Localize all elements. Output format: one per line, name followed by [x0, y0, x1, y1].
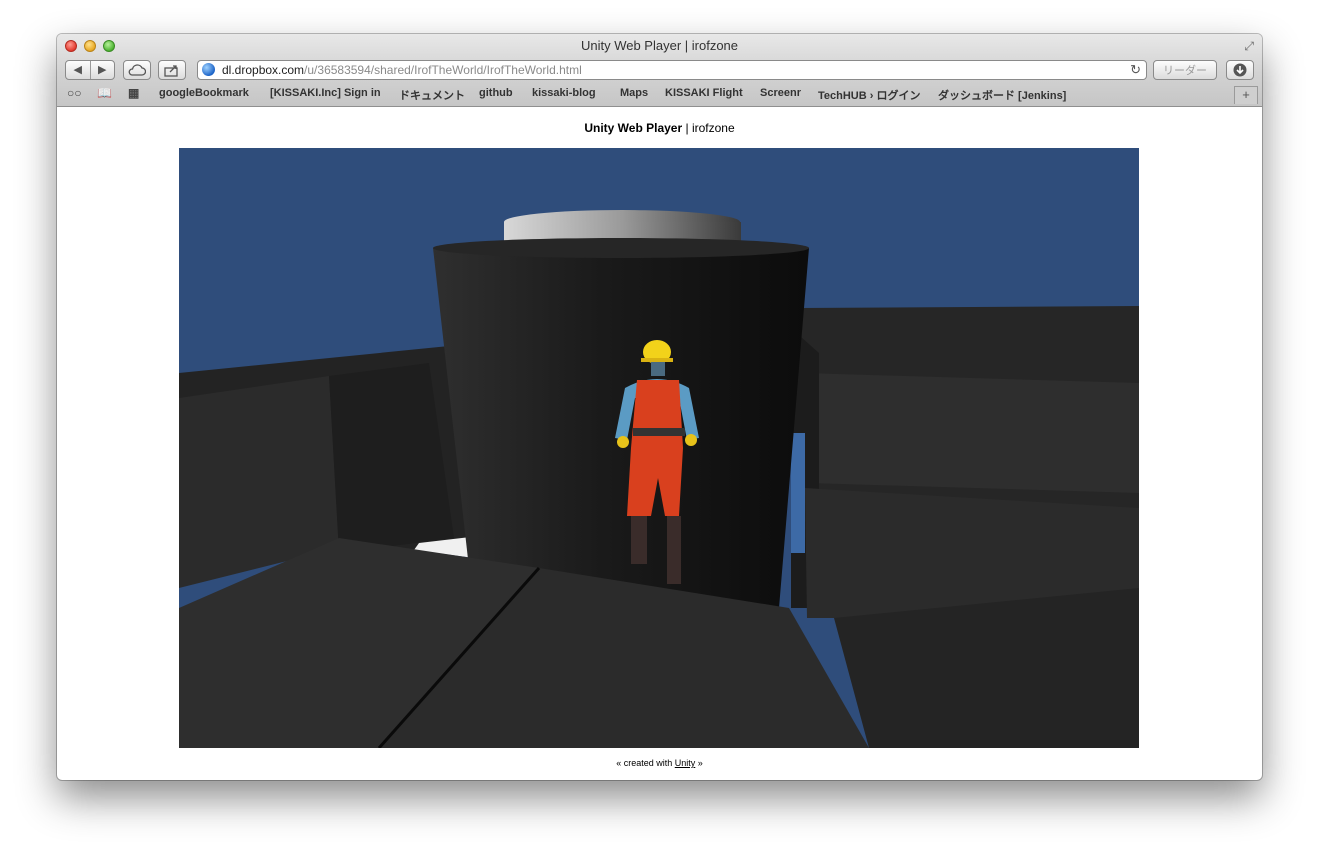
downloads-button[interactable]: [1226, 60, 1254, 80]
forward-button[interactable]: ▶: [89, 61, 115, 79]
share-button[interactable]: [158, 60, 186, 80]
bookmark-item[interactable]: KISSAKI Flight: [665, 87, 743, 99]
overalls-top: [631, 380, 683, 448]
reload-icon[interactable]: ↻: [1130, 61, 1141, 79]
bookmark-item[interactable]: ドキュメント: [399, 87, 465, 103]
bookmark-item[interactable]: ダッシュボード [Jenkins]: [938, 87, 1066, 103]
fullscreen-icon[interactable]: ⤢: [1244, 39, 1254, 54]
building-right-band: [804, 373, 1139, 493]
leg-left: [631, 516, 647, 564]
page-title: Unity Web Player | irofzone: [584, 121, 735, 135]
top-sites-grid-icon[interactable]: ▦: [128, 86, 139, 100]
bookmark-item[interactable]: googleBookmark: [159, 87, 249, 99]
unity-player-canvas[interactable]: [179, 148, 1139, 748]
leg-right: [667, 516, 681, 584]
new-tab-button[interactable]: +: [1234, 86, 1258, 104]
unity-link[interactable]: Unity: [675, 758, 696, 768]
url-text: dl.dropbox.com/u/36583594/shared/IrofThe…: [222, 63, 582, 77]
bookmark-item[interactable]: TechHUB › ログイン: [818, 87, 920, 103]
download-icon: [1233, 63, 1247, 77]
address-bar[interactable]: dl.dropbox.com/u/36583594/shared/IrofThe…: [197, 60, 1147, 80]
reading-list-icon[interactable]: ○○: [67, 86, 82, 100]
globe-icon: [202, 63, 215, 76]
bookmarks-book-icon[interactable]: 📖: [97, 86, 112, 100]
bookmark-item[interactable]: Maps: [620, 87, 648, 99]
bookmarks-bar: ○○ 📖 ▦ googleBookmark [KISSAKI.Inc] Sign…: [57, 84, 1262, 105]
icloud-tabs-button[interactable]: [123, 60, 151, 80]
sky-gap: [791, 433, 805, 553]
cloud-icon: [128, 64, 146, 76]
window-title: Unity Web Player | irofzone: [580, 38, 739, 53]
page-footer: « created with Unity »: [616, 758, 703, 768]
bookmark-item[interactable]: kissaki-blog: [532, 87, 596, 99]
back-forward-buttons: ◀ ▶: [65, 60, 115, 80]
reader-button[interactable]: リーダー: [1153, 60, 1217, 80]
cylinder-rim: [433, 238, 809, 258]
bookmark-item[interactable]: [KISSAKI.Inc] Sign in: [270, 87, 381, 99]
bookmark-item[interactable]: github: [479, 87, 513, 99]
browser-window: Unity Web Player | irofzone ⤢ ◀ ▶ dl.dro…: [57, 34, 1262, 780]
bookmark-item[interactable]: Screenr: [760, 87, 801, 99]
share-icon: [164, 64, 178, 77]
game-scene: [179, 148, 1139, 748]
belt: [633, 428, 685, 436]
back-button[interactable]: ◀: [66, 61, 90, 79]
browser-chrome: Unity Web Player | irofzone ⤢ ◀ ▶ dl.dro…: [57, 34, 1262, 107]
